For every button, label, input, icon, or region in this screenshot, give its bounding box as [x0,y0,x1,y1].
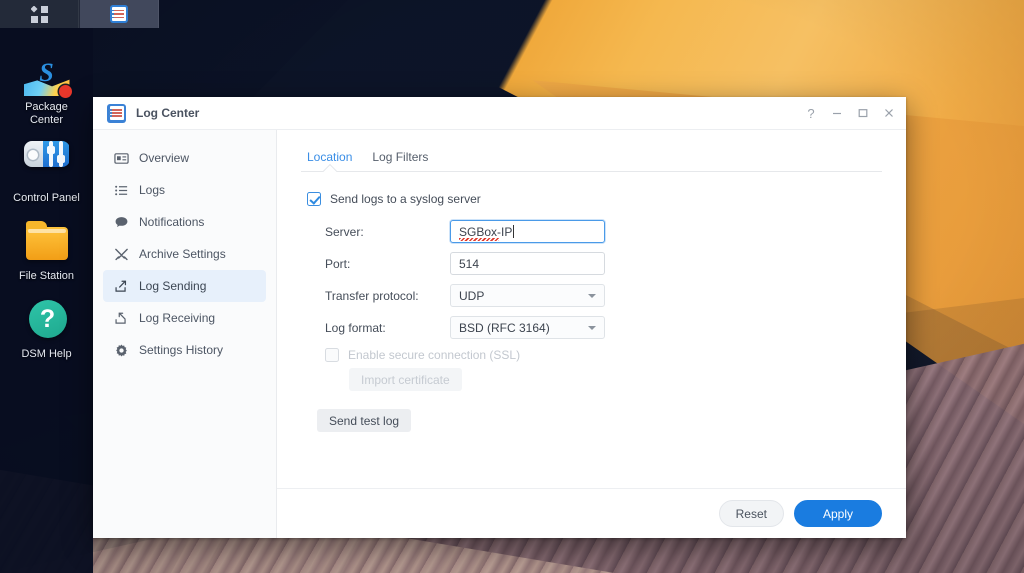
log-center-icon [110,5,128,23]
chat-bubble-icon [113,214,129,230]
overview-icon [113,150,129,166]
log-center-icon [107,103,126,123]
window-footer: Reset Apply [277,488,906,538]
desktop-icon-label: File Station [18,270,75,282]
sidebar-item-logs[interactable]: Logs [103,174,266,206]
window-title: Log Center [136,106,200,120]
send-test-log-row: Send test log [307,409,882,432]
desktop-icon-column: S Package Center Control Panel File Stat… [0,28,93,573]
window-titlebar[interactable]: Log Center ? [93,97,906,130]
log-format-row: Log format: BSD (RFC 3164) [307,316,882,339]
log-sending-form: Send logs to a syslog server Server: SGB… [277,172,906,488]
taskbar [0,0,1024,28]
server-input[interactable]: SGBox-IP [450,220,605,243]
control-panel-icon [23,141,70,187]
log-format-label: Log format: [325,320,386,335]
sidebar-item-label: Archive Settings [139,247,226,261]
send-test-log-button[interactable]: Send test log [317,409,412,432]
sidebar-item-notifications[interactable]: Notifications [103,206,266,238]
server-label: Server: [325,224,364,239]
log-format-select[interactable]: BSD (RFC 3164) [450,316,605,339]
help-button[interactable]: ? [798,100,824,126]
sidebar-item-label: Log Sending [139,279,207,293]
gear-icon [113,342,129,358]
window-content: Location Log Filters Send logs to a sysl… [277,130,906,538]
enable-syslog-label: Send logs to a syslog server [330,192,481,206]
desktop-icon-dsm-help[interactable]: ? DSM Help [0,289,93,367]
list-icon [113,182,129,198]
apps-menu-button[interactable] [0,0,79,28]
sidebar-item-archive-settings[interactable]: Archive Settings [103,238,266,270]
ssl-row: Enable secure connection (SSL) [307,348,882,362]
desktop-icon-package-center[interactable]: S Package Center [0,42,93,133]
sidebar-item-settings-history[interactable]: Settings History [103,334,266,366]
chevron-down-icon [588,293,596,298]
port-label: Port: [325,256,351,271]
tab-bar: Location Log Filters [301,144,882,172]
sidebar-item-overview[interactable]: Overview [103,142,266,174]
import-certificate-button: Import certificate [349,368,462,391]
transfer-protocol-label: Transfer protocol: [325,288,419,303]
sidebar-item-label: Log Receiving [139,311,216,325]
text-cursor [513,225,515,238]
download-arrow-icon [113,310,129,326]
reset-button[interactable]: Reset [718,500,784,527]
server-row: Server: SGBox-IP [307,220,882,243]
sidebar-item-label: Notifications [139,215,205,229]
port-row: Port: 514 [307,252,882,275]
log-center-window: Log Center ? Overview Logs Notifications… [93,97,906,538]
ssl-checkbox [325,348,339,362]
sidebar-item-log-sending[interactable]: Log Sending [103,270,266,302]
port-input[interactable]: 514 [450,252,605,275]
taskbar-item-log-center[interactable] [80,0,159,28]
tab-log-filters[interactable]: Log Filters [372,150,428,171]
import-certificate-row: Import certificate [307,368,882,391]
port-input-value: 514 [459,256,480,271]
log-format-value: BSD (RFC 3164) [459,320,550,335]
sidebar-item-label: Settings History [139,343,224,357]
desktop-icon-label: Package Center [25,101,68,126]
desktop-icon-label: DSM Help [21,348,72,360]
folder-icon [24,219,70,265]
window-sidebar: Overview Logs Notifications Archive Sett… [93,130,277,538]
desktop-icon-file-station[interactable]: File Station [0,211,93,289]
transfer-protocol-value: UDP [459,288,485,303]
tools-icon [113,246,129,262]
package-center-icon: S [23,50,72,98]
server-input-value: SGBox-IP [459,224,513,241]
notification-badge [58,85,72,98]
transfer-protocol-select[interactable]: UDP [450,284,605,307]
ssl-label: Enable secure connection (SSL) [348,348,521,362]
close-icon[interactable] [876,100,902,126]
sidebar-item-log-receiving[interactable]: Log Receiving [103,302,266,334]
enable-syslog-checkbox[interactable] [307,192,321,206]
minimize-icon[interactable] [824,100,850,126]
window-body: Overview Logs Notifications Archive Sett… [93,130,906,538]
sidebar-item-label: Logs [139,183,166,197]
transfer-protocol-row: Transfer protocol: UDP [307,284,882,307]
desktop-icon-control-panel[interactable]: Control Panel [0,133,93,211]
desktop: S Package Center Control Panel File Stat… [0,0,1024,573]
tab-location[interactable]: Location [307,150,352,171]
upload-arrow-icon [113,278,129,294]
grid-apps-icon [30,5,48,23]
sidebar-item-label: Overview [139,151,190,165]
question-mark-icon: ? [24,297,70,343]
enable-syslog-row[interactable]: Send logs to a syslog server [307,192,882,206]
chevron-down-icon [588,325,596,330]
apply-button[interactable]: Apply [794,500,882,527]
desktop-icon-label: Control Panel [13,192,80,204]
maximize-icon[interactable] [850,100,876,126]
